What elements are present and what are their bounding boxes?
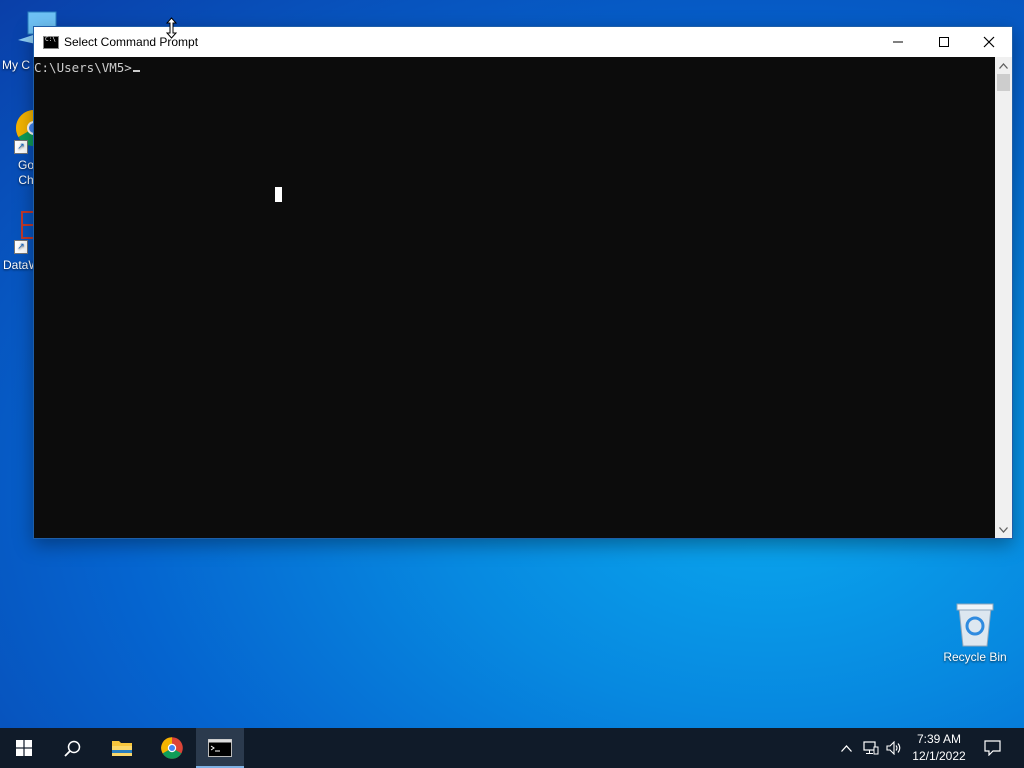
scroll-up-button[interactable]	[995, 57, 1012, 74]
vertical-scrollbar[interactable]	[995, 57, 1012, 538]
maximize-icon	[939, 37, 949, 47]
taskbar: 7:39 AM 12/1/2022	[0, 728, 1024, 768]
chevron-up-icon	[840, 744, 852, 752]
my-computer-shortcut[interactable]: My C	[0, 10, 57, 72]
recycle-bin-label: Recycle Bin	[943, 650, 1007, 664]
clock-date: 12/1/2022	[912, 749, 966, 763]
file-explorer-icon	[112, 741, 132, 756]
command-prompt-window[interactable]: Select Command Prompt C:\Users\VM5>	[33, 26, 1013, 539]
shortcut-arrow-icon: ↗	[14, 240, 28, 254]
text-caret	[132, 70, 140, 72]
file-explorer-button[interactable]	[98, 728, 146, 768]
chrome-icon	[161, 737, 183, 759]
close-icon	[983, 36, 995, 48]
window-title: Select Command Prompt	[64, 35, 199, 49]
show-hidden-icons-button[interactable]	[836, 728, 856, 768]
my-computer-label: My C	[2, 58, 30, 72]
console-line: C:\Users\VM5>	[34, 60, 140, 75]
console-area[interactable]: C:\Users\VM5>	[34, 57, 995, 538]
volume-button[interactable]	[884, 728, 904, 768]
network-icon	[863, 741, 879, 755]
scroll-thumb[interactable]	[997, 74, 1010, 91]
taskbar-clock[interactable]: 7:39 AM 12/1/2022	[904, 731, 974, 765]
command-prompt-taskbar-button[interactable]	[196, 728, 244, 768]
window-titlebar[interactable]: Select Command Prompt	[34, 27, 1012, 57]
datawrapper-shortcut[interactable]: ↗ DataW	[0, 208, 49, 272]
command-prompt-icon	[208, 739, 232, 757]
chrome-taskbar-button[interactable]	[148, 728, 196, 768]
network-button[interactable]	[860, 728, 882, 768]
maximize-button[interactable]	[921, 27, 967, 57]
resize-cursor-icon	[166, 17, 177, 39]
chevron-down-icon	[999, 526, 1008, 533]
recycle-bin-icon	[956, 603, 994, 647]
scroll-down-button[interactable]	[995, 521, 1012, 538]
action-center-button[interactable]	[978, 728, 1006, 768]
minimize-button[interactable]	[875, 27, 921, 57]
chrome-label: Go Ch	[18, 158, 35, 187]
start-icon	[16, 740, 32, 756]
chrome-shortcut[interactable]: ↗ Go Ch	[0, 108, 52, 187]
chevron-up-icon	[999, 62, 1008, 69]
console-prompt: C:\Users\VM5>	[34, 60, 132, 75]
volume-icon	[886, 741, 901, 755]
search-button[interactable]	[48, 728, 96, 768]
command-prompt-icon	[43, 36, 59, 49]
close-button[interactable]	[966, 27, 1012, 57]
notification-icon	[983, 740, 1001, 756]
search-icon	[63, 740, 80, 757]
start-button[interactable]	[0, 728, 48, 768]
clock-time: 7:39 AM	[916, 732, 962, 746]
minimize-icon	[893, 41, 903, 43]
selection-cursor	[275, 187, 282, 202]
recycle-bin-shortcut[interactable]: Recycle Bin	[940, 600, 1010, 664]
shortcut-arrow-icon: ↗	[14, 140, 28, 154]
